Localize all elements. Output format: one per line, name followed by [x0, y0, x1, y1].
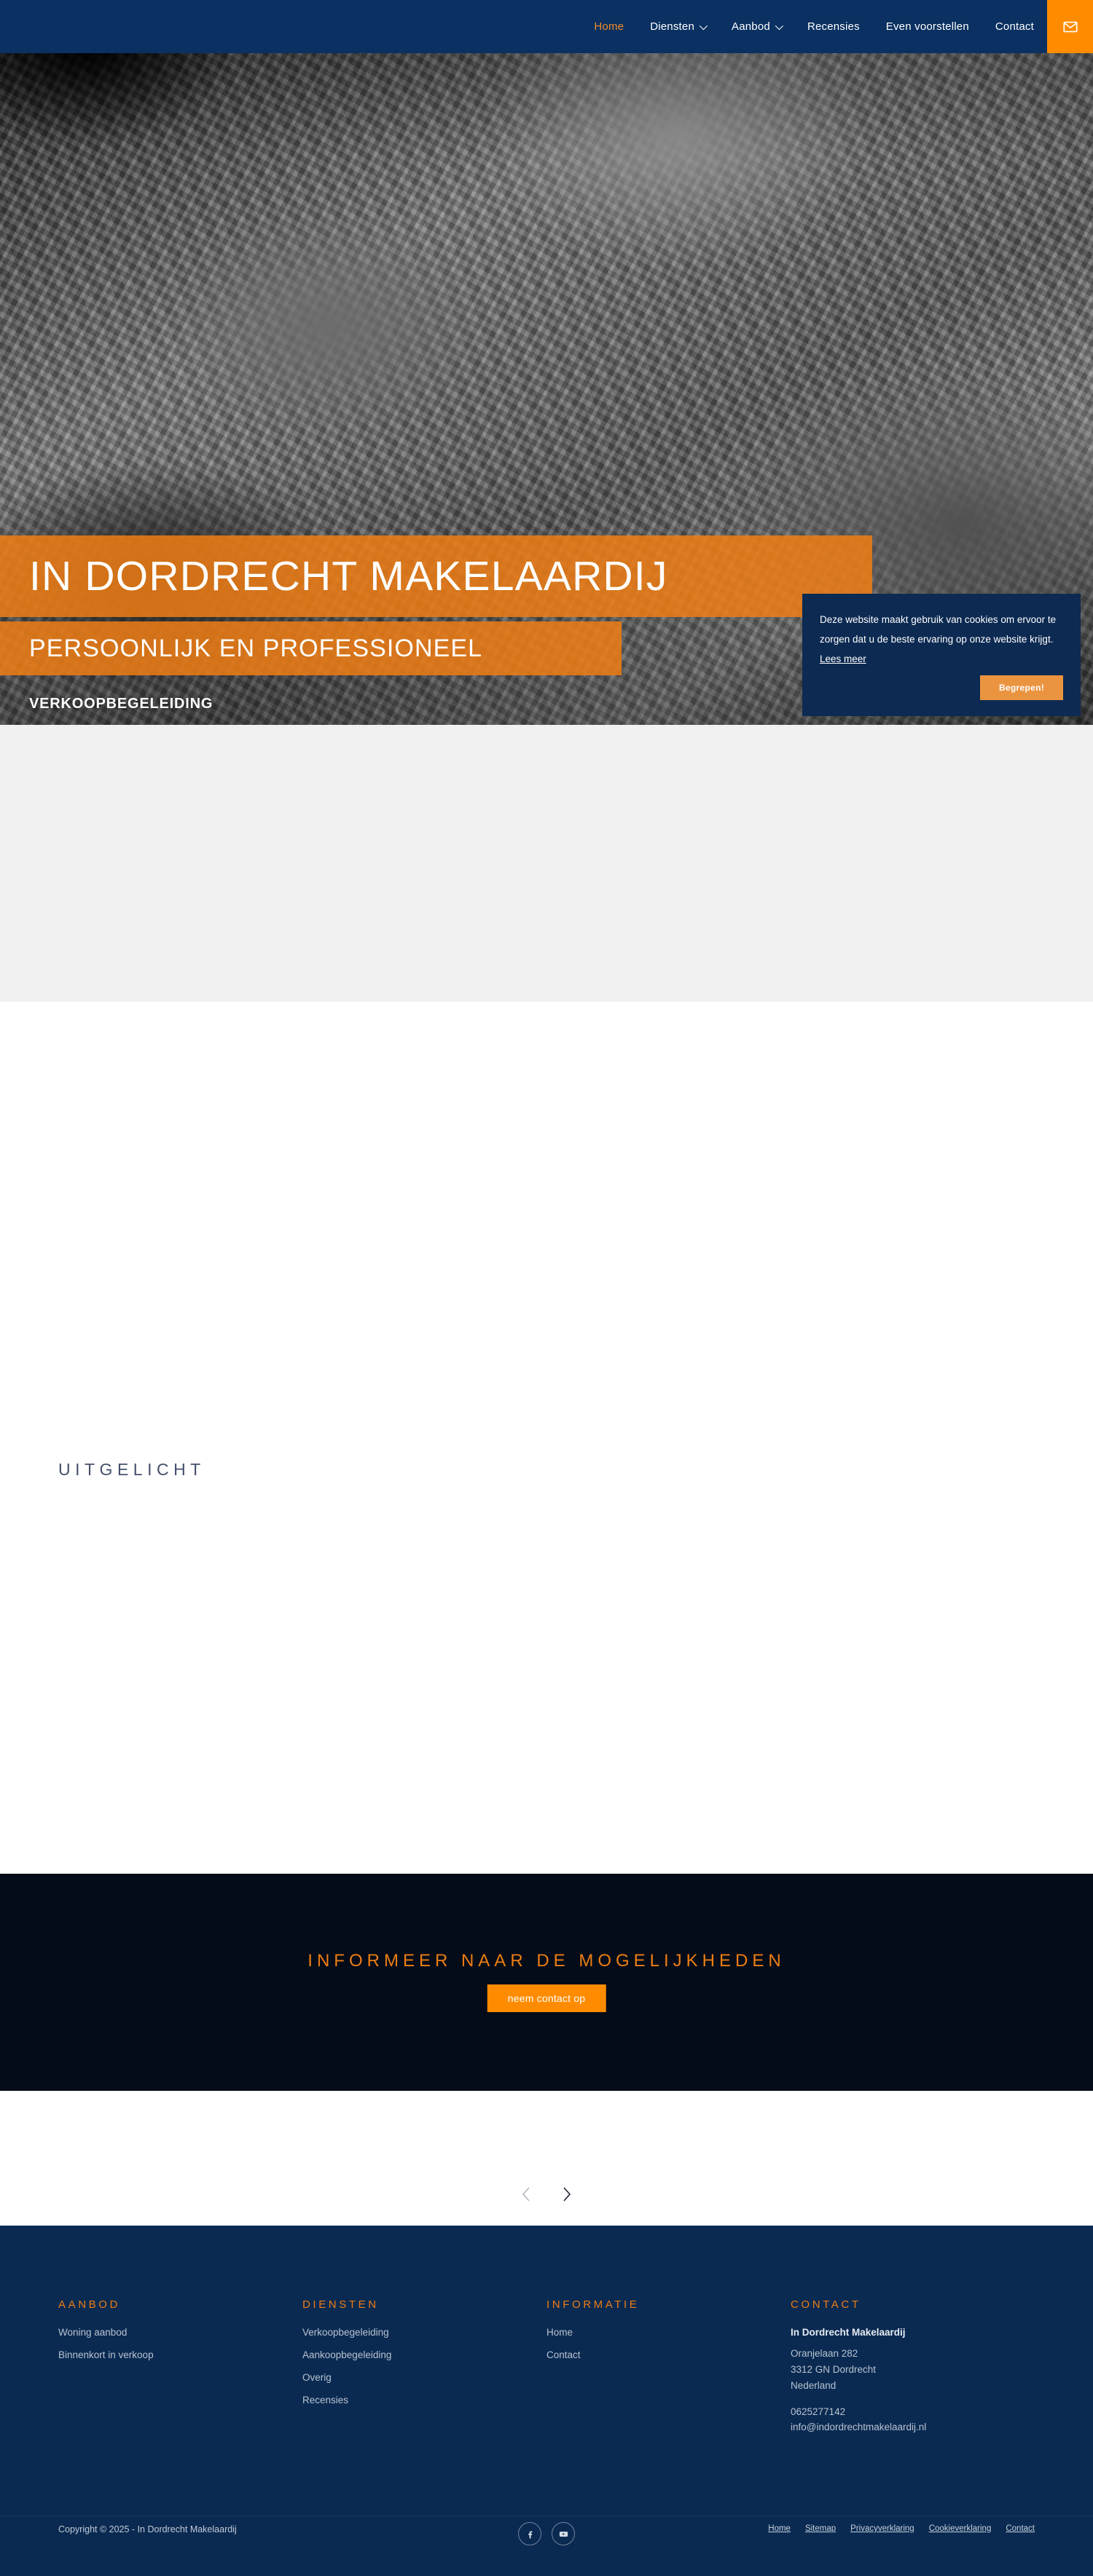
youtube-icon — [559, 2531, 568, 2537]
hero-kicker: VERKOOPBEGELEIDING — [29, 696, 213, 712]
legal-link-privacyverklaring[interactable]: Privacyverklaring — [850, 2524, 914, 2533]
nav-item-diensten-label: Diensten — [650, 20, 695, 33]
footer-link-aankoopbegeleiding[interactable]: Aankoopbegeleiding — [302, 2349, 546, 2360]
nav-item-aanbod-label: Aanbod — [732, 20, 770, 33]
site-header: Home Diensten Aanbod Recensies Even voor… — [0, 0, 1093, 53]
carousel-prev-button[interactable] — [516, 2182, 536, 2207]
cta-title: INFORMEER NAAR DE MOGELIJKHEDEN — [307, 1951, 786, 1971]
chevron-right-icon — [563, 2187, 571, 2202]
youtube-button[interactable] — [552, 2522, 575, 2545]
footer-company-name: In Dordrecht Makelaardij — [791, 2327, 906, 2338]
nav-item-home-label: Home — [594, 20, 624, 33]
featured-heading: UITGELICHT — [58, 1460, 205, 1479]
footer-address-city: 3312 GN Dordrecht — [791, 2363, 877, 2375]
legal-link-home[interactable]: Home — [768, 2524, 791, 2533]
footer-heading-diensten: DIENSTEN — [302, 2298, 379, 2311]
chevron-down-icon — [699, 21, 708, 30]
legal-link-sitemap[interactable]: Sitemap — [805, 2524, 836, 2533]
cookie-accept-button[interactable]: Begrepen! — [979, 675, 1063, 700]
featured-section — [0, 1002, 1093, 1874]
footer-link-contact[interactable]: Contact — [546, 2349, 791, 2360]
footer-link-recensies[interactable]: Recensies — [302, 2395, 546, 2406]
cookie-message: Deze website maakt gebruik van cookies o… — [820, 614, 1057, 645]
hero-title-bar: IN DORDRECHT MAKELAARDIJ — [0, 535, 872, 617]
footer-column-contact: CONTACT In Dordrecht Makelaardij Oranjel… — [791, 2298, 1035, 2435]
footer-link-verkoopbegeleiding[interactable]: Verkoopbegeleiding — [302, 2327, 546, 2338]
hero-subtitle-bar: PERSOONLIJK EN PROFESSIONEEL — [0, 621, 622, 675]
legal-link-contact[interactable]: Contact — [1006, 2524, 1035, 2533]
footer-email[interactable]: info@indordrechtmakelaardij.nl — [791, 2419, 1035, 2435]
footer-column-informatie: INFORMATIE Home Contact — [546, 2298, 791, 2435]
footer-phone[interactable]: 0625277142 — [791, 2404, 1035, 2420]
footer-heading-informatie: INFORMATIE — [546, 2298, 640, 2311]
nav-item-recensies[interactable]: Recensies — [794, 0, 873, 53]
footer-heading-contact: CONTACT — [791, 2298, 861, 2311]
carousel-next-button[interactable] — [557, 2182, 577, 2207]
cta-contact-button[interactable]: neem contact op — [487, 1984, 606, 2012]
footer-address-country: Nederland — [791, 2379, 837, 2391]
mail-button[interactable] — [1047, 0, 1093, 53]
facebook-icon — [528, 2531, 532, 2538]
facebook-button[interactable] — [518, 2522, 541, 2545]
chevron-down-icon — [775, 21, 784, 30]
footer-heading-aanbod: AANBOD — [58, 2298, 120, 2311]
nav-item-recensies-label: Recensies — [807, 20, 860, 33]
cta-section — [0, 1874, 1093, 2091]
footer-link-binnenkort-in-verkoop[interactable]: Binnenkort in verkoop — [58, 2349, 302, 2360]
footer-address-street: Oranjelaan 282 — [791, 2348, 858, 2359]
cookie-read-more-link[interactable]: Lees meer — [820, 653, 866, 664]
nav-item-home[interactable]: Home — [581, 0, 637, 53]
footer-column-aanbod: AANBOD Woning aanbod Binnenkort in verko… — [58, 2298, 302, 2435]
main-navigation: Home Diensten Aanbod Recensies Even voor… — [581, 0, 1047, 53]
nav-item-diensten[interactable]: Diensten — [637, 0, 718, 53]
hero-subtitle: PERSOONLIJK EN PROFESSIONEEL — [29, 634, 483, 662]
footer-spacer — [791, 2394, 1035, 2404]
nav-item-even-voorstellen-label: Even voorstellen — [885, 20, 969, 33]
cookie-consent-banner: Deze website maakt gebruik van cookies o… — [802, 594, 1081, 716]
footer-link-overig[interactable]: Overig — [302, 2372, 546, 2383]
footer-columns: AANBOD Woning aanbod Binnenkort in verko… — [0, 2298, 1093, 2435]
nav-item-aanbod[interactable]: Aanbod — [718, 0, 794, 53]
page-root: IN DORDRECHT MAKELAARDIJ PERSOONLIJK EN … — [0, 0, 1093, 2576]
footer-link-home[interactable]: Home — [546, 2327, 791, 2338]
carousel-navigation — [0, 2182, 1093, 2207]
footer-column-diensten: DIENSTEN Verkoopbegeleiding Aankoopbegel… — [302, 2298, 546, 2435]
legal-links: Home Sitemap Privacyverklaring Cookiever… — [768, 2524, 1035, 2533]
hero-title: IN DORDRECHT MAKELAARDIJ — [29, 553, 668, 600]
cookie-text: Deze website maakt gebruik van cookies o… — [820, 610, 1063, 669]
nav-item-contact[interactable]: Contact — [982, 0, 1047, 53]
mail-icon — [1062, 21, 1078, 32]
intro-section — [0, 725, 1093, 1002]
nav-item-even-voorstellen[interactable]: Even voorstellen — [873, 0, 982, 53]
nav-item-contact-label: Contact — [995, 20, 1034, 33]
footer-link-woning-aanbod[interactable]: Woning aanbod — [58, 2327, 302, 2338]
chevron-left-icon — [522, 2187, 530, 2202]
legal-link-cookieverklaring[interactable]: Cookieverklaring — [929, 2524, 992, 2533]
